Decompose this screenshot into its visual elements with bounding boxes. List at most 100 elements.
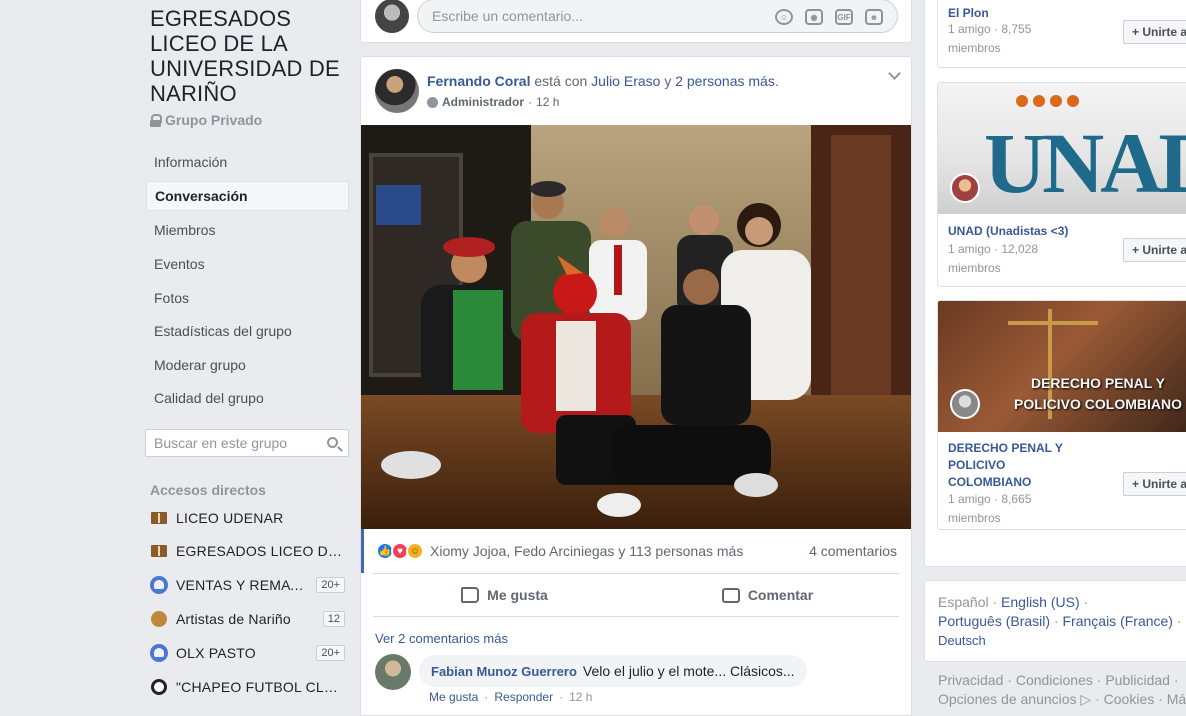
suggested-group-members: 1 amigo · 8,755 miembros [948, 22, 1032, 55]
footer-links: Privacidad · Condiciones · Publicidad · … [938, 671, 1186, 709]
and-text: y [660, 73, 676, 89]
lang-en[interactable]: English (US) [1001, 594, 1080, 610]
post-actions: Me gusta Comentar [373, 573, 899, 617]
nav-group-stats[interactable]: Estadísticas del grupo [146, 316, 349, 346]
haha-reaction-icon: ☺ [406, 542, 424, 560]
comment-label: Comentar [747, 587, 814, 603]
post-card: Fernando Coral está con Julio Eraso y 2 … [360, 56, 912, 716]
footer-terms[interactable]: Condiciones [1016, 672, 1093, 688]
shortcut-item[interactable]: LICEO UDENAR [150, 506, 345, 530]
post-time[interactable]: 12 h [536, 95, 559, 109]
commenter-name[interactable]: Fabian Munoz Guerrero [431, 664, 577, 679]
comment-bubble: Fabian Munoz Guerrero Velo el julio y el… [419, 655, 807, 687]
group-privacy: Grupo Privado [150, 112, 262, 128]
tagged-others[interactable]: 2 personas más [675, 73, 775, 89]
nav-members[interactable]: Miembros [146, 215, 349, 245]
suggested-group-members: 1 amigo · 8,665 miembros [948, 492, 1032, 525]
post-header-line: Fernando Coral está con Julio Eraso y 2 … [427, 73, 779, 89]
search-icon[interactable] [327, 437, 338, 448]
left-sidebar: EGRESADOS LICEO DE LA UNIVERSIDAD DE NAR… [0, 0, 360, 705]
comment-input[interactable]: Escribe un comentario... ☺ ◉ GIF ☻ [417, 0, 898, 33]
comment-actions: Me gusta · Responder · 12 h [429, 690, 593, 704]
nav-events[interactable]: Eventos [146, 249, 349, 279]
nav-moderate-group[interactable]: Moderar grupo [146, 350, 349, 380]
group-search-input[interactable]: Buscar en este grupo [145, 429, 349, 457]
with-text: está con [530, 73, 592, 89]
law-cover-text: DERECHO PENAL Y POLICIVO COLOMBIANO [1014, 375, 1182, 412]
shortcut-item[interactable]: OLX PASTO 20+ [150, 641, 345, 665]
suggested-group-title[interactable]: DERECHO PENAL Y POLICIVO COLOMBIANO [948, 440, 1088, 491]
comment-button[interactable]: Comentar [636, 574, 899, 616]
thumbs-up-icon [461, 587, 480, 603]
language-selector: Español · English (US) · Português (Bras… [924, 580, 1186, 662]
suggested-group-card[interactable]: UNAD UNAD (Unadistas <3) 1 amigo · 12,02… [937, 82, 1186, 287]
comment-time[interactable]: 12 h [569, 690, 592, 704]
tagged-person[interactable]: Julio Eraso [591, 73, 660, 89]
gif-icon[interactable]: GIF [835, 9, 853, 25]
like-label: Me gusta [487, 587, 548, 603]
reactions-bar[interactable]: 👍 ♥ ☺ Xiomy Jojoa, Fedo Arciniegas y 113… [361, 529, 911, 573]
group-icon [150, 644, 168, 662]
shortcut-count-badge: 12 [322, 611, 345, 627]
emoji-icon[interactable]: ☺ [775, 9, 793, 25]
suggested-group-avatar [950, 173, 980, 203]
period: . [774, 73, 779, 89]
chevron-down-icon[interactable] [888, 67, 901, 80]
suggested-group-card[interactable]: DERECHO PENAL Y POLICIVO COLOMBIANO DERE… [937, 300, 1186, 530]
shortcut-label: "CHAPEO FUTBOL CLUB" [176, 679, 345, 695]
post-meta: Administrador · 12 h [427, 95, 559, 109]
lang-de[interactable]: Deutsch [938, 633, 986, 648]
shortcut-label: LICEO UDENAR [176, 510, 284, 526]
suggested-group-card[interactable]: El Plon 1 amigo · 8,755 miembros + Unirt… [937, 0, 1186, 68]
comment-composer: Escribe un comentario... ☺ ◉ GIF ☻ [360, 0, 912, 43]
post-photo[interactable] [361, 125, 911, 529]
commenter-avatar[interactable] [375, 654, 411, 690]
comment-like-link[interactable]: Me gusta [429, 690, 478, 704]
group-privacy-label: Grupo Privado [165, 112, 263, 128]
suggested-group-members: 1 amigo · 12,028 miembros [948, 242, 1039, 275]
nav-photos[interactable]: Fotos [146, 283, 349, 313]
author-role: Administrador [442, 95, 525, 109]
shortcut-item[interactable]: VENTAS Y REMATES 20+ [150, 573, 345, 597]
author-name[interactable]: Fernando Coral [427, 73, 530, 89]
join-group-button[interactable]: + Unirte al grupo [1123, 472, 1186, 496]
user-avatar[interactable] [375, 0, 409, 33]
suggested-group-title[interactable]: UNAD (Unadistas <3) [948, 223, 1068, 240]
shortcut-label: OLX PASTO [176, 645, 256, 661]
footer-ads[interactable]: Publicidad [1105, 672, 1170, 688]
author-avatar[interactable] [375, 69, 419, 113]
comment-reply-link[interactable]: Responder [494, 690, 553, 704]
comments-count[interactable]: 4 comentarios [809, 543, 897, 559]
sticker-icon[interactable]: ☻ [865, 9, 883, 25]
nav-group-quality[interactable]: Calidad del grupo [146, 383, 349, 413]
group-search-placeholder: Buscar en este grupo [154, 435, 288, 451]
book-icon [150, 509, 168, 527]
camera-icon[interactable]: ◉ [805, 9, 823, 25]
join-group-button[interactable]: + Unirte al grupo [1123, 238, 1186, 262]
group-title[interactable]: EGRESADOS LICEO DE LA UNIVERSIDAD DE NAR… [150, 6, 350, 106]
like-button[interactable]: Me gusta [373, 574, 636, 616]
shortcut-item[interactable]: Artistas de Nariño 12 [150, 607, 345, 631]
lang-fr[interactable]: Français (France) [1063, 613, 1173, 629]
suggested-group-avatar [950, 389, 980, 419]
artist-group-icon [150, 610, 168, 628]
join-group-button[interactable]: + Unirte al grupo [1123, 20, 1186, 44]
shortcut-item[interactable]: "CHAPEO FUTBOL CLUB" [150, 675, 345, 699]
orange-dots [1016, 95, 1079, 107]
group-photo-illustration [361, 125, 911, 529]
nav-conversation[interactable]: Conversación [146, 181, 349, 211]
shortcut-label: Artistas de Nariño [176, 611, 291, 627]
comment-bubble-icon [721, 587, 740, 603]
nav-info[interactable]: Información [146, 147, 349, 177]
unad-logo-text: UNAD [984, 115, 1186, 211]
footer-privacy[interactable]: Privacidad [938, 672, 1003, 688]
lang-pt[interactable]: Português (Brasil) [938, 613, 1050, 629]
shortcut-item[interactable]: EGRESADOS LICEO DE LA UNIVERSIDAD [150, 539, 345, 563]
comment-text: Velo el julio y el mote... Clásicos... [582, 663, 795, 679]
shortcut-count-badge: 20+ [316, 645, 345, 661]
lang-es: Español [938, 594, 989, 610]
view-more-comments[interactable]: Ver 2 comentarios más [375, 631, 508, 646]
suggested-groups-panel: El Plon 1 amigo · 8,755 miembros + Unirt… [924, 0, 1186, 567]
reactions-summary[interactable]: Xiomy Jojoa, Fedo Arciniegas y 113 perso… [430, 543, 743, 559]
meta-dot: · [528, 95, 533, 109]
